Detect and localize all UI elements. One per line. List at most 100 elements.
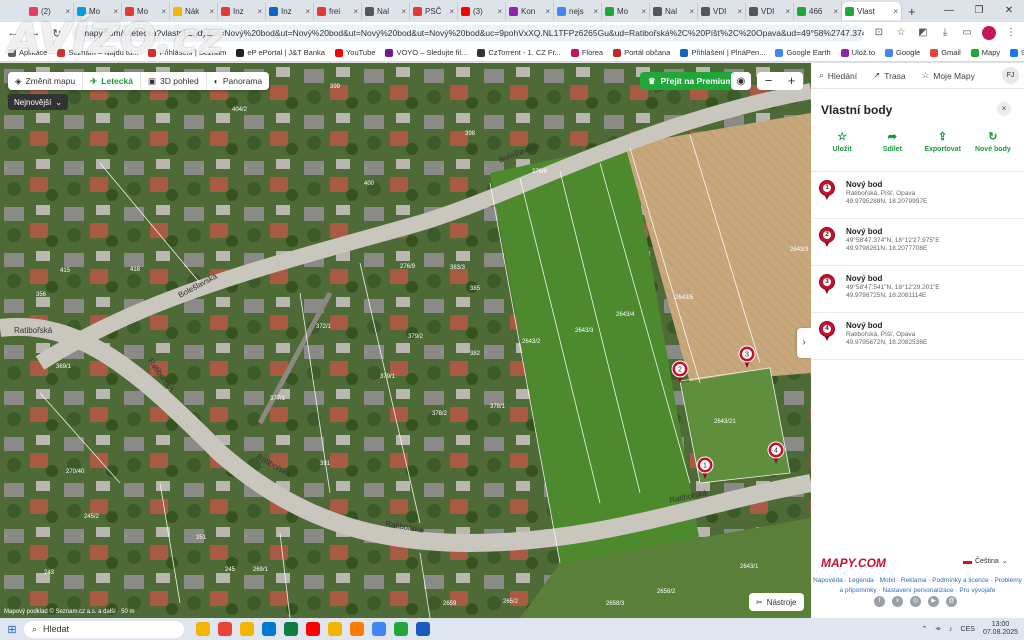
bookmark-item[interactable]: Florea	[570, 48, 603, 57]
close-tab-icon[interactable]: ×	[497, 7, 502, 16]
aerial-map-canvas[interactable]: Bolešlavská Bolešlavská Ratibořská Ratib…	[0, 63, 811, 618]
save-button[interactable]: ☆ Uložit	[819, 131, 865, 153]
browser-tab[interactable]: (2) ×	[26, 2, 74, 20]
bookmark-star-icon[interactable]: ☆	[894, 26, 908, 40]
youtube-icon[interactable]: ▶	[928, 596, 939, 607]
point-list-item[interactable]: 4 Nový bod Ratibořská, Píšť, Opava 49.97956…	[811, 313, 1024, 360]
close-tab-icon[interactable]: ×	[785, 7, 790, 16]
language-indicator[interactable]: CES	[961, 626, 975, 633]
taskbar-app-icon[interactable]	[306, 622, 320, 636]
taskbar-app-icon[interactable]	[262, 622, 276, 636]
taskbar-app-icon[interactable]	[240, 622, 254, 636]
close-tab-icon[interactable]: ×	[257, 7, 262, 16]
x-icon[interactable]: x	[892, 596, 903, 607]
profile-avatar[interactable]	[982, 26, 996, 40]
browser-tab[interactable]: Kon ×	[506, 2, 554, 20]
menu-icon[interactable]: ⋮	[1004, 26, 1018, 40]
zoom-in-button[interactable]: +	[780, 72, 803, 90]
browser-tab[interactable]: Mo ×	[602, 2, 650, 20]
taskbar-app-icon[interactable]	[372, 622, 386, 636]
close-tab-icon[interactable]: ×	[305, 7, 310, 16]
volume-icon[interactable]: ♪	[949, 626, 953, 633]
bookmark-item[interactable]: CzTorrent - 1. CZ Fr...	[477, 48, 561, 57]
install-app-icon[interactable]: ⊡	[872, 26, 886, 40]
premium-button[interactable]: ♛ Přejít na Premium	[640, 72, 741, 90]
footer-links[interactable]: Nápověda · Legenda · Mobil · Reklama · P…	[811, 576, 1024, 596]
taskbar-app-icon[interactable]	[350, 622, 364, 636]
forward-icon[interactable]: →	[28, 27, 42, 39]
browser-tab[interactable]: Nal ×	[362, 2, 410, 20]
browser-tab[interactable]: PSČ ×	[410, 2, 458, 20]
aerial-map[interactable]: Bolešlavská Bolešlavská Ratibořská Ratib…	[0, 63, 811, 618]
sidebar-icon[interactable]: ▭	[960, 26, 974, 40]
share-button[interactable]: ➦ Sdílet	[869, 131, 915, 153]
bookmark-item[interactable]: YouTube	[334, 48, 375, 57]
language-select[interactable]: Čeština ⌄	[963, 557, 1008, 565]
locate-me-button[interactable]: ◉	[731, 72, 751, 90]
export-button[interactable]: ⇪ Exportovat	[920, 131, 966, 153]
bookmark-item[interactable]: Mapy	[970, 48, 1000, 57]
point-list-item[interactable]: 2 Nový bod 49°58'47.374"N, 18°12'27.975"E 4…	[811, 219, 1024, 266]
close-tab-icon[interactable]: ×	[353, 7, 358, 16]
network-icon[interactable]: ⌯	[935, 625, 941, 633]
close-tab-icon[interactable]: ×	[65, 7, 70, 16]
tab-active[interactable]: Vlast ×	[842, 2, 902, 20]
browser-tab[interactable]: nejs ×	[554, 2, 602, 20]
browser-tab[interactable]: VDI ×	[698, 2, 746, 20]
taskbar-app-icon[interactable]	[284, 622, 298, 636]
taskbar-app-icon[interactable]	[328, 622, 342, 636]
minimize-icon[interactable]: —	[934, 0, 964, 22]
map-toolbar-button[interactable]: ◈ Změnit mapu	[8, 72, 84, 90]
map-toolbar-button[interactable]: ▣ 3D pohled	[141, 72, 207, 90]
browser-tab[interactable]: 466 ×	[794, 2, 842, 20]
windows-start-icon[interactable]: ⊞	[0, 623, 24, 636]
browser-tab[interactable]: Inz ×	[218, 2, 266, 20]
bookmark-item[interactable]: Přihlášení | PlnáPen...	[680, 48, 765, 57]
new-tab-button[interactable]: +	[908, 4, 916, 19]
collapse-panel-button[interactable]: ›	[797, 328, 811, 358]
close-tab-icon[interactable]: ×	[833, 7, 838, 16]
bookmark-item[interactable]: Seznam – Najdu tu...	[57, 48, 138, 57]
url-field[interactable]: mapy.com/s/letecka?vlastni-body&ut=Nový%…	[72, 24, 864, 42]
bookmark-item[interactable]: 9	[1010, 48, 1024, 57]
browser-tab[interactable]: Nák ×	[170, 2, 218, 20]
bookmark-item[interactable]: Gmail	[930, 48, 961, 57]
instagram-icon[interactable]: ◎	[910, 596, 921, 607]
point-list-item[interactable]: 3 Nový bod 49°58'47.541"N, 18°12'29.201"E 4…	[811, 266, 1024, 313]
close-tab-icon[interactable]: ×	[689, 7, 694, 16]
close-tab-icon[interactable]: ×	[545, 7, 550, 16]
bookmark-item[interactable]: Google	[885, 48, 920, 57]
extensions-icon[interactable]: ◩	[916, 26, 930, 40]
taskbar-app-icon[interactable]	[196, 622, 210, 636]
close-tab-icon[interactable]: ×	[593, 7, 598, 16]
close-tab-icon[interactable]: ×	[401, 7, 406, 16]
browser-tab[interactable]: (3) ×	[458, 2, 506, 20]
bookmark-item[interactable]: Přihlášení | Seznam	[148, 48, 226, 57]
close-panel-button[interactable]: ×	[997, 102, 1011, 116]
bookmark-item[interactable]: Portál občana	[613, 48, 670, 57]
browser-tab[interactable]: Mo ×	[74, 2, 122, 20]
clock[interactable]: 13:00 07.08.2025	[983, 621, 1018, 637]
download-icon[interactable]: ⤓	[938, 26, 952, 40]
close-tab-icon[interactable]: ×	[209, 7, 214, 16]
user-avatar[interactable]: FJ	[1002, 67, 1019, 84]
browser-tab[interactable]: Nal ×	[650, 2, 698, 20]
back-icon[interactable]: ←	[6, 27, 20, 39]
close-tab-icon[interactable]: ×	[113, 7, 118, 16]
browser-tab[interactable]: Mo ×	[122, 2, 170, 20]
bookmark-item[interactable]: Aplikace	[8, 48, 47, 57]
browser-tab[interactable]: VDI ×	[746, 2, 794, 20]
map-toolbar-button[interactable]: ✈ Letecká	[83, 72, 141, 90]
chevron-up-icon[interactable]: ⌃	[922, 625, 928, 633]
zoom-out-button[interactable]: −	[757, 72, 780, 90]
imagery-date-select[interactable]: Nejnovější ⌄	[8, 94, 69, 110]
facebook-icon[interactable]: f	[874, 596, 885, 607]
close-window-icon[interactable]: ✕	[994, 0, 1024, 22]
taskbar-app-icon[interactable]	[416, 622, 430, 636]
taskbar-app-icon[interactable]	[394, 622, 408, 636]
tools-button[interactable]: ✂ Nástroje	[749, 593, 804, 611]
close-tab-icon[interactable]: ×	[161, 7, 166, 16]
bookmark-item[interactable]: eP ePortal | J&T Banka	[236, 48, 325, 57]
bookmark-item[interactable]: Ulož.to	[840, 48, 875, 57]
point-list-item[interactable]: 1 Nový bod Ratibořská, Píšť, Opava 49.97952…	[811, 172, 1024, 219]
